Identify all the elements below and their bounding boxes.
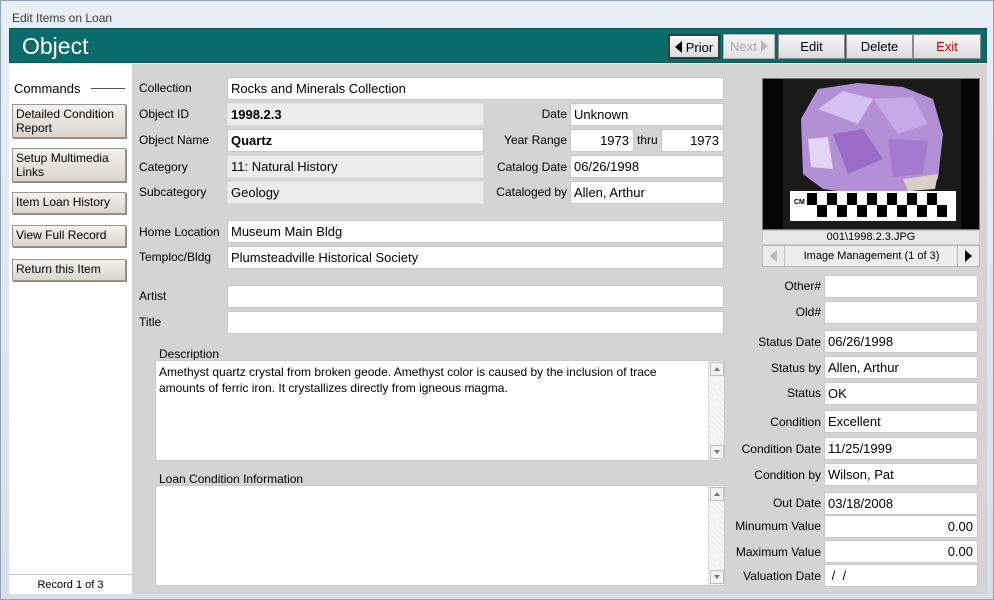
maximum-value-label: Maximum Value: [735, 545, 821, 559]
amethyst-geode-image: CM: [763, 79, 979, 229]
status-date-field[interactable]: 06/26/1998: [824, 330, 978, 353]
triangle-right-icon: [965, 250, 972, 262]
commands-panel: Commands Detailed Condition Report Setup…: [9, 64, 132, 594]
commands-divider: [91, 88, 125, 89]
condition-field[interactable]: Excellent: [824, 410, 978, 433]
next-label: Next: [730, 39, 757, 54]
window-title: Edit Items on Loan: [12, 11, 113, 25]
description-label: Description: [159, 347, 220, 361]
item-loan-history-button[interactable]: Item Loan History: [12, 192, 126, 214]
temploc-label: Temploc/Bldg: [139, 250, 212, 264]
object-id-label: Object ID: [139, 107, 190, 121]
condition-by-label: Condition by: [754, 468, 821, 482]
page-title: Object: [22, 33, 89, 59]
form-header: Object Prior Next Edit Delete Exit: [9, 28, 987, 63]
status-label: Status: [786, 386, 821, 400]
temploc-field[interactable]: Plumsteadville Historical Society: [227, 246, 724, 269]
catalog-date-label: Catalog Date: [496, 160, 567, 174]
scale-label: CM: [794, 199, 805, 206]
other-number-label: Other#: [784, 279, 821, 293]
valuation-date-label: Valuation Date: [743, 569, 821, 583]
scroll-up-arrow-icon[interactable]: [710, 362, 724, 376]
exit-button[interactable]: Exit: [913, 34, 981, 59]
status-by-label: Status by: [770, 361, 821, 375]
cataloged-by-field[interactable]: Allen, Arthur: [570, 181, 724, 204]
artist-label: Artist: [139, 289, 167, 303]
title-bar: Edit Items on Loan: [1, 1, 993, 27]
category-label: Category: [139, 160, 188, 174]
app-window: Edit Items on Loan Object Prior Next Edi…: [0, 0, 994, 600]
artist-field[interactable]: [227, 285, 724, 308]
object-name-field[interactable]: Quartz: [227, 129, 484, 152]
object-photo[interactable]: CM: [762, 78, 980, 230]
subcategory-field[interactable]: Geology: [227, 181, 484, 204]
collection-field[interactable]: Rocks and Minerals Collection: [227, 77, 724, 100]
next-button[interactable]: Next: [723, 34, 775, 59]
other-number-field[interactable]: [824, 275, 978, 298]
image-navigation: Image Management (1 of 3): [762, 245, 980, 267]
form-area: Collection Rocks and Minerals Collection…: [132, 64, 987, 594]
cataloged-by-label: Cataloged by: [496, 185, 567, 199]
thru-label: thru: [637, 133, 658, 147]
home-location-field[interactable]: Museum Main Bldg: [227, 220, 724, 243]
delete-button[interactable]: Delete: [846, 34, 913, 59]
condition-label: Condition: [770, 415, 821, 429]
subcategory-label: Subcategory: [139, 185, 207, 199]
catalog-date-field[interactable]: 06/26/1998: [570, 155, 724, 178]
date-label: Date: [541, 107, 567, 121]
triangle-right-icon: [760, 40, 768, 52]
collection-label: Collection: [139, 81, 192, 95]
edit-button[interactable]: Edit: [778, 34, 845, 59]
status-by-field[interactable]: Allen, Arthur: [824, 356, 978, 379]
description-text: Amethyst quartz crystal from broken geod…: [159, 365, 657, 395]
status-field[interactable]: OK: [824, 382, 978, 405]
old-number-field[interactable]: [824, 301, 978, 324]
loan-condition-label: Loan Condition Information: [159, 472, 304, 486]
home-location-label: Home Location: [139, 225, 220, 239]
image-filename: 001\1998.2.3.JPG: [762, 230, 980, 245]
date-field[interactable]: Unknown: [570, 103, 724, 126]
title-field[interactable]: [227, 311, 724, 334]
out-date-label: Out Date: [772, 496, 821, 510]
description-textarea[interactable]: Amethyst quartz crystal from broken geod…: [155, 360, 725, 461]
status-date-label: Status Date: [758, 335, 821, 349]
valuation-date-field[interactable]: / /: [824, 564, 978, 587]
triangle-left-icon: [674, 41, 682, 53]
record-counter: Record 1 of 3: [9, 574, 132, 594]
prior-button[interactable]: Prior: [668, 34, 720, 59]
triangle-left-icon: [770, 250, 777, 262]
delete-label: Delete: [860, 39, 899, 54]
condition-by-field[interactable]: Wilson, Pat: [824, 463, 978, 486]
return-this-item-button[interactable]: Return this Item: [12, 259, 126, 281]
title-label: Title: [139, 315, 162, 329]
prior-label: Prior: [685, 40, 714, 55]
minimum-value-label: Minumum Value: [735, 519, 821, 533]
old-number-label: Old#: [795, 305, 821, 319]
image-prev-button[interactable]: [763, 246, 785, 266]
setup-multimedia-links-button[interactable]: Setup Multimedia Links: [12, 148, 126, 182]
year-from-field[interactable]: 1973: [570, 129, 634, 152]
year-to-field[interactable]: 1973: [661, 129, 724, 152]
exit-label: Exit: [936, 39, 958, 54]
out-date-field[interactable]: 03/18/2008: [824, 492, 978, 515]
edit-label: Edit: [800, 39, 823, 54]
commands-heading: Commands: [14, 81, 81, 96]
image-management-button[interactable]: Image Management (1 of 3): [785, 246, 958, 266]
object-id-field[interactable]: 1998.2.3: [227, 103, 484, 126]
condition-date-label: Condition Date: [741, 442, 821, 456]
maximum-value-field[interactable]: 0.00: [824, 540, 978, 563]
condition-date-field[interactable]: 11/25/1999: [824, 437, 978, 460]
minimum-value-field[interactable]: 0.00: [824, 515, 978, 538]
loan-condition-textarea[interactable]: [155, 485, 725, 586]
object-name-label: Object Name: [139, 133, 210, 147]
category-field[interactable]: 11: Natural History: [227, 155, 484, 178]
image-next-button[interactable]: [957, 246, 979, 266]
view-full-record-button[interactable]: View Full Record: [12, 225, 126, 247]
year-range-label: Year Range: [504, 133, 567, 147]
detailed-condition-report-button[interactable]: Detailed Condition Report: [12, 104, 126, 138]
